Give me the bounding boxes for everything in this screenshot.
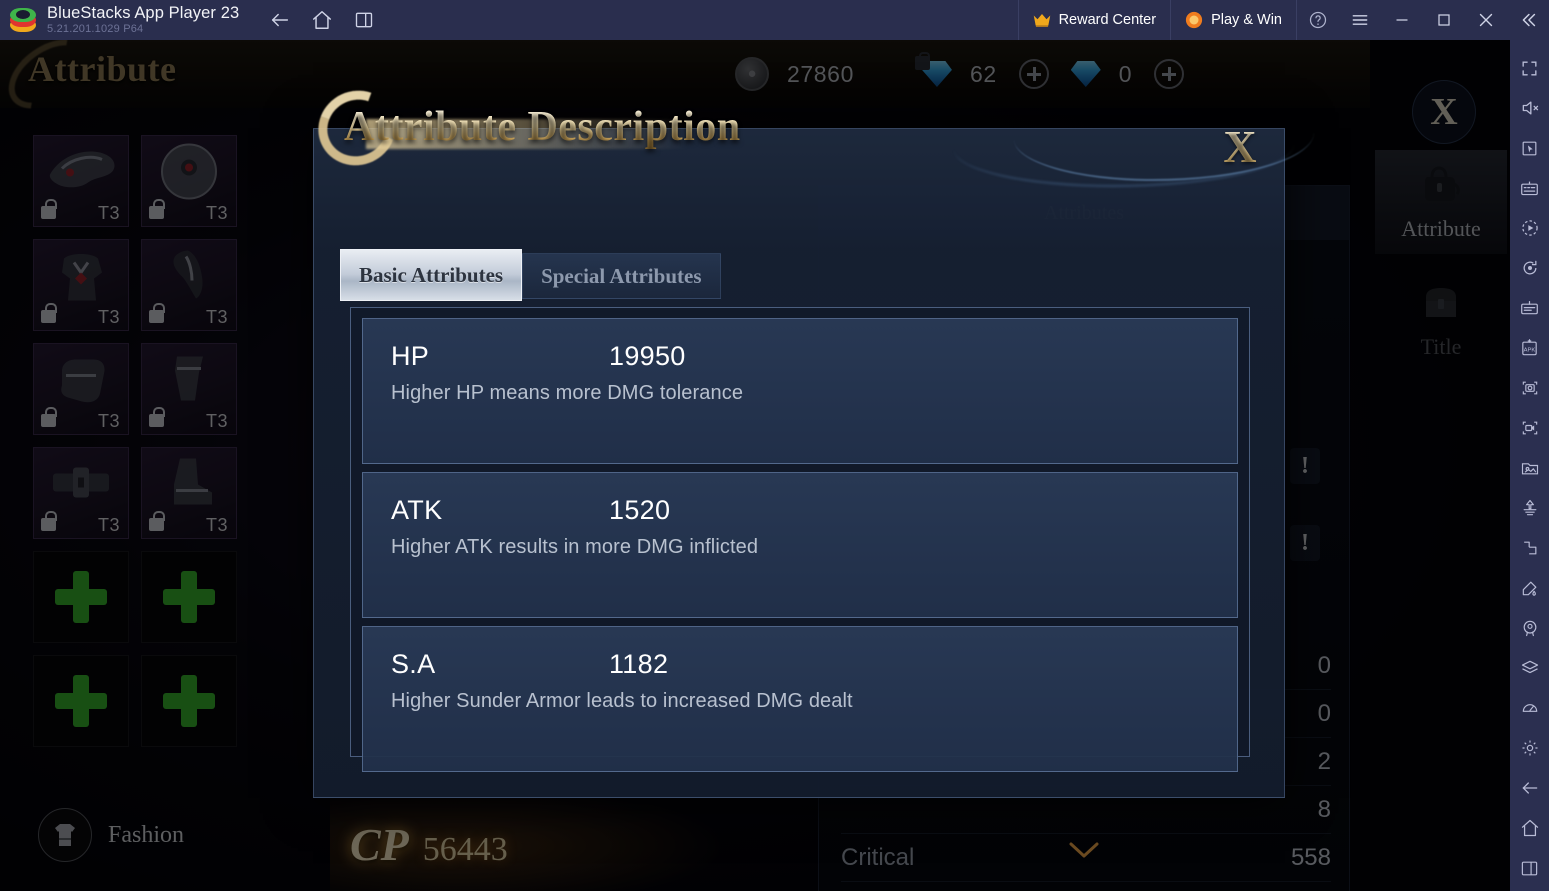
attribute-header: HP 19950 bbox=[391, 341, 1209, 372]
svg-text:APK: APK bbox=[1524, 347, 1536, 353]
attribute-value: 19950 bbox=[609, 341, 686, 371]
play-win-icon bbox=[1185, 11, 1203, 29]
tab-special-attributes[interactable]: Special Attributes bbox=[522, 253, 721, 299]
bluestacks-logo-icon bbox=[10, 7, 36, 33]
install-apk-icon[interactable]: APK bbox=[1510, 328, 1549, 368]
attribute-list: HP 19950 Higher HP means more DMG tolera… bbox=[350, 307, 1250, 772]
attribute-header: ATK 1520 bbox=[391, 495, 1209, 526]
layers-icon[interactable] bbox=[1510, 648, 1549, 688]
paint-icon[interactable] bbox=[1510, 568, 1549, 608]
app-title-block: BlueStacks App Player 23 5.21.201.1029 P… bbox=[47, 5, 239, 36]
window-controls bbox=[1297, 0, 1549, 40]
attribute-description: Higher Sunder Armor leads to increased D… bbox=[391, 690, 853, 712]
minimize-button[interactable] bbox=[1381, 0, 1423, 40]
attribute-value: 1182 bbox=[609, 649, 669, 679]
macro-play-icon[interactable] bbox=[1510, 208, 1549, 248]
bluestacks-sidebar: APK bbox=[1510, 40, 1549, 891]
close-button[interactable] bbox=[1465, 0, 1507, 40]
attribute-header: S.A 1182 bbox=[391, 649, 1209, 680]
maximize-button[interactable] bbox=[1423, 0, 1465, 40]
attribute-description: Higher ATK results in more DMG inflicted bbox=[391, 536, 759, 558]
media-manager-icon[interactable] bbox=[1510, 448, 1549, 488]
crown-icon bbox=[1033, 13, 1051, 27]
dialog-tabs: Basic Attributes Special Attributes bbox=[340, 249, 721, 301]
recents-icon[interactable] bbox=[1510, 848, 1549, 888]
game-viewport: Attribute ● 27860 62 0 X bbox=[0, 40, 1510, 891]
attribute-description-dialog: Attribute Description X Basic Attributes… bbox=[306, 77, 1314, 798]
titlebar: BlueStacks App Player 23 5.21.201.1029 P… bbox=[0, 0, 1549, 40]
app-title: BlueStacks App Player 23 bbox=[47, 3, 240, 22]
attribute-name: HP bbox=[391, 341, 430, 371]
keyboard-controls-icon[interactable] bbox=[1510, 168, 1549, 208]
bluestacks-window: BlueStacks App Player 23 5.21.201.1029 P… bbox=[0, 0, 1549, 891]
back-icon[interactable] bbox=[1510, 768, 1549, 808]
titlebar-nav bbox=[267, 7, 377, 33]
attribute-card-sa: S.A 1182 Higher Sunder Armor leads to in… bbox=[362, 626, 1238, 772]
tab-basic-attributes[interactable]: Basic Attributes bbox=[340, 249, 523, 301]
record-icon[interactable] bbox=[1510, 408, 1549, 448]
titlebar-right: Reward Center Play & Win bbox=[1017, 0, 1549, 40]
multi-instance-icon[interactable] bbox=[351, 7, 377, 33]
app-version: 5.21.201.1029 P64 bbox=[47, 23, 144, 36]
reward-center-label: Reward Center bbox=[1058, 12, 1157, 28]
fullscreen-icon[interactable] bbox=[1510, 48, 1549, 88]
location-icon[interactable] bbox=[1510, 608, 1549, 648]
attribute-name: ATK bbox=[391, 495, 443, 525]
dialog-header: Attribute Description X bbox=[306, 77, 1314, 187]
dialog-close-button[interactable]: X bbox=[1216, 123, 1264, 171]
help-icon[interactable] bbox=[1297, 0, 1339, 40]
attribute-value: 1520 bbox=[609, 495, 671, 525]
dialog-title: Attribute Description bbox=[344, 104, 741, 150]
performance-icon[interactable] bbox=[1510, 688, 1549, 728]
attribute-name: S.A bbox=[391, 649, 436, 679]
mute-icon[interactable] bbox=[1510, 88, 1549, 128]
cursor-icon[interactable] bbox=[1510, 128, 1549, 168]
play-and-win-button[interactable]: Play & Win bbox=[1171, 0, 1297, 40]
eco-mode-icon[interactable] bbox=[1510, 488, 1549, 528]
rotate-icon[interactable] bbox=[1510, 248, 1549, 288]
play-and-win-label: Play & Win bbox=[1211, 12, 1282, 28]
shake-icon[interactable] bbox=[1510, 528, 1549, 568]
home-icon[interactable] bbox=[1510, 808, 1549, 848]
screenshot-icon[interactable] bbox=[1510, 368, 1549, 408]
dialog-close-label: X bbox=[1223, 121, 1257, 172]
attribute-description: Higher HP means more DMG tolerance bbox=[391, 382, 744, 404]
reward-center-button[interactable]: Reward Center bbox=[1017, 0, 1172, 40]
attribute-card-hp: HP 19950 Higher HP means more DMG tolera… bbox=[362, 318, 1238, 464]
collapse-icon[interactable] bbox=[1507, 0, 1549, 40]
home-icon[interactable] bbox=[309, 7, 335, 33]
settings-icon[interactable] bbox=[1510, 728, 1549, 768]
menu-icon[interactable] bbox=[1339, 0, 1381, 40]
attribute-card-atk: ATK 1520 Higher ATK results in more DMG … bbox=[362, 472, 1238, 618]
script-icon[interactable] bbox=[1510, 288, 1549, 328]
back-icon[interactable] bbox=[267, 7, 293, 33]
